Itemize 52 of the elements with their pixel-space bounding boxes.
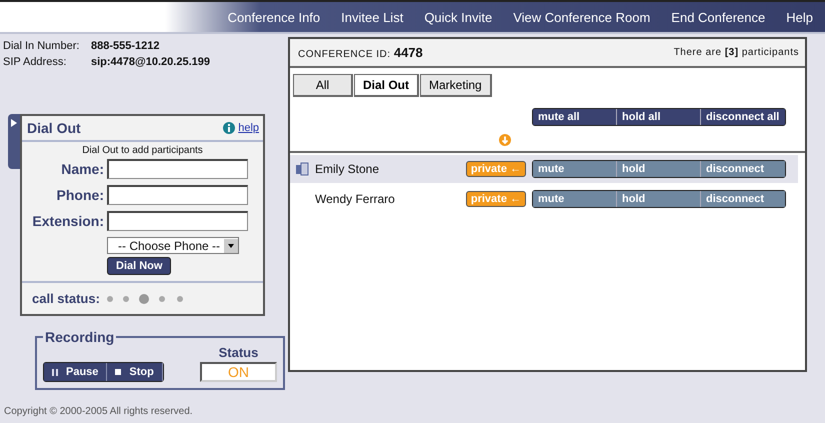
dial-out-hint: Dial Out to add participants xyxy=(81,145,204,156)
participant-name: Wendy Ferraro xyxy=(315,192,396,206)
group-tab[interactable]: Marketing xyxy=(420,74,492,97)
input-field[interactable] xyxy=(107,159,248,179)
recording-title: Recording xyxy=(44,329,116,345)
status-label: Status xyxy=(218,345,258,360)
conference-action-button[interactable]: hold all xyxy=(617,109,701,125)
participant-action-button[interactable]: hold xyxy=(617,191,701,207)
participant-row[interactable]: Emily Stone private ← mute hold disconnect xyxy=(290,155,798,183)
call-status-label: call status: xyxy=(32,291,100,306)
help-icon xyxy=(223,122,236,134)
stop-icon xyxy=(115,369,122,375)
dial-in-number: 888-555-1212 xyxy=(91,40,160,52)
field-label: Name: xyxy=(60,161,105,177)
input-field[interactable] xyxy=(107,185,248,205)
participant-name: Emily Stone xyxy=(315,162,380,176)
group-tab[interactable]: Dial Out xyxy=(354,74,420,97)
field-label: Phone: xyxy=(56,187,105,203)
nav-link[interactable]: Conference Info xyxy=(228,10,320,24)
dial-in-label: Dial In Number: xyxy=(3,40,80,52)
participant-count: There are [3] participants xyxy=(674,47,799,58)
sip-address: sip:4478@10.20.25.199 xyxy=(91,56,210,68)
dial-now-button[interactable]: Dial Now xyxy=(107,257,172,275)
help-link[interactable]: help xyxy=(238,122,259,134)
participant-action-button[interactable]: disconnect xyxy=(701,191,785,207)
participant-action-button[interactable]: mute xyxy=(533,161,617,177)
nav-link[interactable]: Quick Invite xyxy=(424,10,492,24)
participant-action-button[interactable]: mute xyxy=(533,191,617,207)
input-field[interactable] xyxy=(107,211,248,231)
pause-button[interactable]: Pause xyxy=(44,363,108,381)
participant-row[interactable]: Wendy Ferraro private ← mute hold disconnect xyxy=(290,185,798,213)
phone-dropdown[interactable]: -- Choose Phone -- xyxy=(107,237,239,254)
nav-link[interactable]: View Conference Room xyxy=(513,10,650,24)
pause-icon xyxy=(52,368,58,376)
panel-title: Dial Out xyxy=(27,120,82,136)
copyright: Copyright © 2000-2005 All rights reserved. xyxy=(4,406,194,417)
nav-link[interactable]: Invitee List xyxy=(341,10,404,24)
status-dots-icon xyxy=(106,292,186,304)
arrow-down-icon xyxy=(499,134,511,146)
phone-icon xyxy=(295,162,309,176)
participant-action-button[interactable]: disconnect xyxy=(701,161,785,177)
panel-handle[interactable] xyxy=(8,114,20,169)
field-label: Extension: xyxy=(31,213,105,229)
conference-action-button[interactable]: disconnect all xyxy=(701,109,785,125)
nav-link[interactable]: Help xyxy=(786,10,813,24)
participant-action-button[interactable]: hold xyxy=(617,161,701,177)
conference-id: CONFERENCE ID: 4478 xyxy=(298,45,423,60)
group-tab[interactable]: All xyxy=(293,74,353,97)
conference-action-button[interactable]: mute all xyxy=(533,109,617,125)
sip-label: SIP Address: xyxy=(3,56,68,68)
nav-link[interactable]: End Conference xyxy=(671,10,766,24)
recording-status: ON xyxy=(200,362,277,382)
